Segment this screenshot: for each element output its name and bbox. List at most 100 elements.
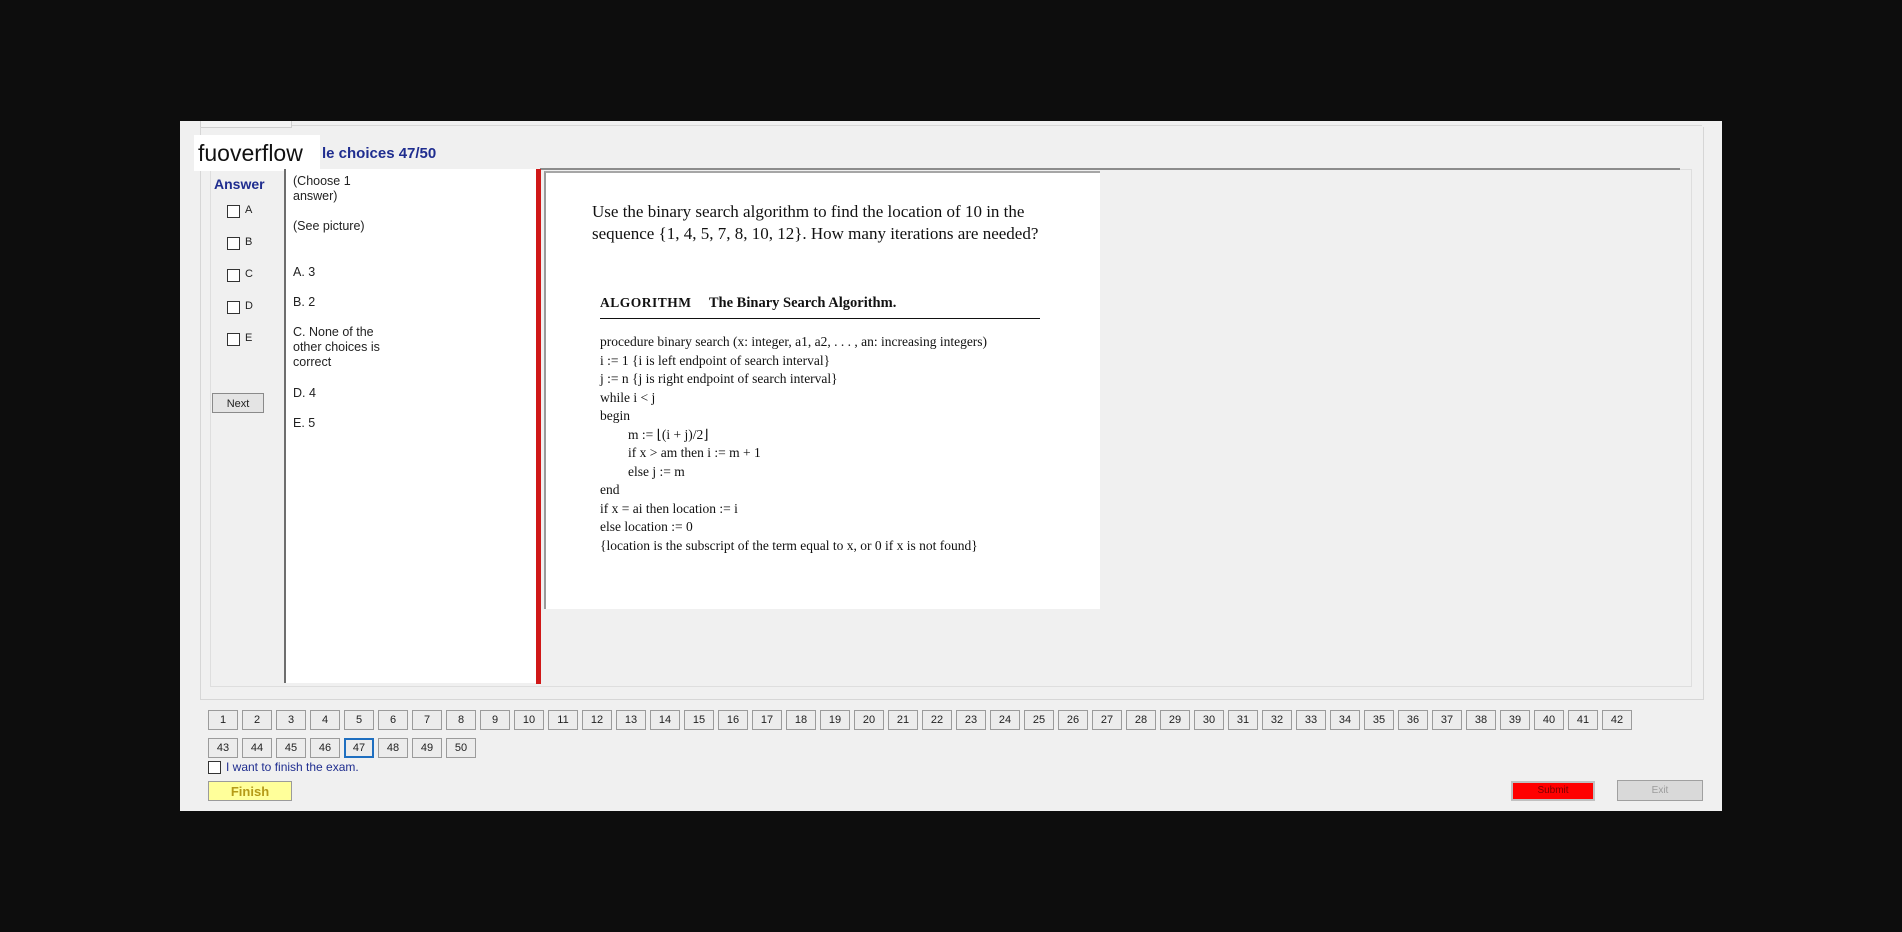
option-b-checkbox[interactable]: [227, 237, 240, 250]
option-e-checkbox[interactable]: [227, 333, 240, 346]
question-nav-button[interactable]: 5: [344, 710, 374, 730]
question-nav-button[interactable]: 44: [242, 738, 272, 758]
question-nav-button[interactable]: 4: [310, 710, 340, 730]
question-nav-button[interactable]: 40: [1534, 710, 1564, 730]
question-nav-button[interactable]: 20: [854, 710, 884, 730]
algo-line: m := ⌊(i + j)/2⌋: [628, 426, 709, 442]
question-nav-button[interactable]: 50: [446, 738, 476, 758]
window-frame-line: [200, 125, 1702, 126]
question-nav-button[interactable]: 32: [1262, 710, 1292, 730]
question-nav-button[interactable]: 46: [310, 738, 340, 758]
question-nav-button[interactable]: 15: [684, 710, 714, 730]
algo-line: else j := m: [628, 463, 685, 479]
logo-watermark: fuoverflow: [194, 135, 320, 171]
question-nav-button[interactable]: 38: [1466, 710, 1496, 730]
question-nav-button[interactable]: 39: [1500, 710, 1530, 730]
choose-instruction: (Choose 1 answer): [293, 174, 351, 203]
question-nav-button[interactable]: 17: [752, 710, 782, 730]
page-title: le choices 47/50: [322, 145, 437, 162]
option-d[interactable]: D: [227, 300, 287, 316]
algorithm-heading: ALGORITHM The Binary Search Algorithm.: [600, 295, 1040, 319]
question-nav-button[interactable]: 35: [1364, 710, 1394, 730]
option-a-checkbox[interactable]: [227, 205, 240, 218]
algo-line: end: [600, 482, 620, 497]
question-nav-button[interactable]: 16: [718, 710, 748, 730]
question-nav-button[interactable]: 21: [888, 710, 918, 730]
algorithm-keyword: ALGORITHM: [600, 295, 692, 310]
question-nav-button[interactable]: 33: [1296, 710, 1326, 730]
question-nav-button[interactable]: 2: [242, 710, 272, 730]
question-nav-button[interactable]: 7: [412, 710, 442, 730]
question-nav-button[interactable]: 19: [820, 710, 850, 730]
question-nav-button[interactable]: 26: [1058, 710, 1088, 730]
see-picture-note: (See picture): [293, 219, 365, 233]
submit-button[interactable]: Submit: [1511, 781, 1595, 801]
question-nav-button[interactable]: 24: [990, 710, 1020, 730]
question-nav-button[interactable]: 23: [956, 710, 986, 730]
finish-exam-label: I want to finish the exam.: [226, 760, 359, 774]
question-nav-button[interactable]: 41: [1568, 710, 1598, 730]
option-a[interactable]: A: [227, 204, 287, 220]
finish-button[interactable]: Finish: [208, 781, 292, 801]
question-nav-button[interactable]: 36: [1398, 710, 1428, 730]
finish-exam-checkbox[interactable]: [208, 761, 221, 774]
question-nav-button[interactable]: 48: [378, 738, 408, 758]
question-nav-button[interactable]: 45: [276, 738, 306, 758]
question-nav-button[interactable]: 12: [582, 710, 612, 730]
algo-line: i := 1 {i is left endpoint of search int…: [600, 352, 831, 368]
algo-line: j := n {j is right endpoint of search in…: [600, 371, 838, 386]
algo-line: procedure binary search (x: integer, a1,…: [600, 334, 988, 349]
question-nav-button[interactable]: 14: [650, 710, 680, 730]
question-nav-button[interactable]: 11: [548, 710, 578, 730]
algo-line: if x = ai then location := i: [600, 500, 738, 516]
question-nav-button[interactable]: 10: [514, 710, 544, 730]
option-e[interactable]: E: [227, 332, 287, 348]
option-d-checkbox[interactable]: [227, 301, 240, 314]
question-nav-button[interactable]: 22: [922, 710, 952, 730]
question-nav-button[interactable]: 27: [1092, 710, 1122, 730]
choice-e-text: E. 5: [293, 416, 316, 430]
question-text-panel: (Choose 1 answer) (See picture) A. 3 B. …: [284, 169, 540, 683]
question-nav-button[interactable]: 25: [1024, 710, 1054, 730]
algo-line: begin: [600, 408, 630, 423]
option-c[interactable]: C: [227, 268, 287, 284]
algo-line: while i < j: [600, 389, 656, 405]
question-nav-button[interactable]: 3: [276, 710, 306, 730]
question-nav-button[interactable]: 34: [1330, 710, 1360, 730]
option-b-label: B: [245, 236, 253, 248]
picture-question-text: Use the binary search algorithm to find …: [592, 202, 1039, 243]
choice-b-text: B. 2: [293, 295, 316, 309]
exam-window: fuoverflow le choices 47/50 Answer A B C…: [180, 121, 1722, 811]
question-nav-button[interactable]: 31: [1228, 710, 1258, 730]
question-nav-button[interactable]: 43: [208, 738, 238, 758]
option-a-label: A: [245, 204, 253, 216]
option-e-label: E: [245, 332, 253, 344]
algo-line: if x > am then i := m + 1: [628, 445, 761, 460]
question-nav-button[interactable]: 9: [480, 710, 510, 730]
option-c-checkbox[interactable]: [227, 269, 240, 282]
question-nav-button[interactable]: 1: [208, 710, 238, 730]
algorithm-title: The Binary Search Algorithm.: [708, 295, 897, 311]
splitter-bar[interactable]: [536, 169, 541, 684]
question-nav-button[interactable]: 29: [1160, 710, 1190, 730]
exit-button[interactable]: Exit: [1617, 780, 1703, 801]
question-nav-button[interactable]: 49: [412, 738, 442, 758]
option-d-label: D: [245, 300, 253, 312]
choice-d-text: D. 4: [293, 386, 316, 400]
choice-a-text: A. 3: [293, 265, 316, 279]
question-nav-button[interactable]: 47: [344, 738, 374, 758]
question-nav-button[interactable]: 42: [1602, 710, 1632, 730]
algorithm-box: ALGORITHM The Binary Search Algorithm. p…: [600, 295, 1040, 555]
header-divider: [540, 168, 1680, 170]
question-nav-button[interactable]: 6: [378, 710, 408, 730]
question-nav-button[interactable]: 37: [1432, 710, 1462, 730]
answer-label: Answer: [214, 176, 265, 192]
next-button[interactable]: Next: [212, 393, 264, 413]
question-nav-button[interactable]: 8: [446, 710, 476, 730]
option-b[interactable]: B: [227, 236, 287, 252]
question-nav-button[interactable]: 18: [786, 710, 816, 730]
question-nav-button[interactable]: 28: [1126, 710, 1156, 730]
algo-line: {location is the subscript of the term e…: [600, 537, 978, 553]
question-nav-button[interactable]: 30: [1194, 710, 1224, 730]
question-nav-button[interactable]: 13: [616, 710, 646, 730]
